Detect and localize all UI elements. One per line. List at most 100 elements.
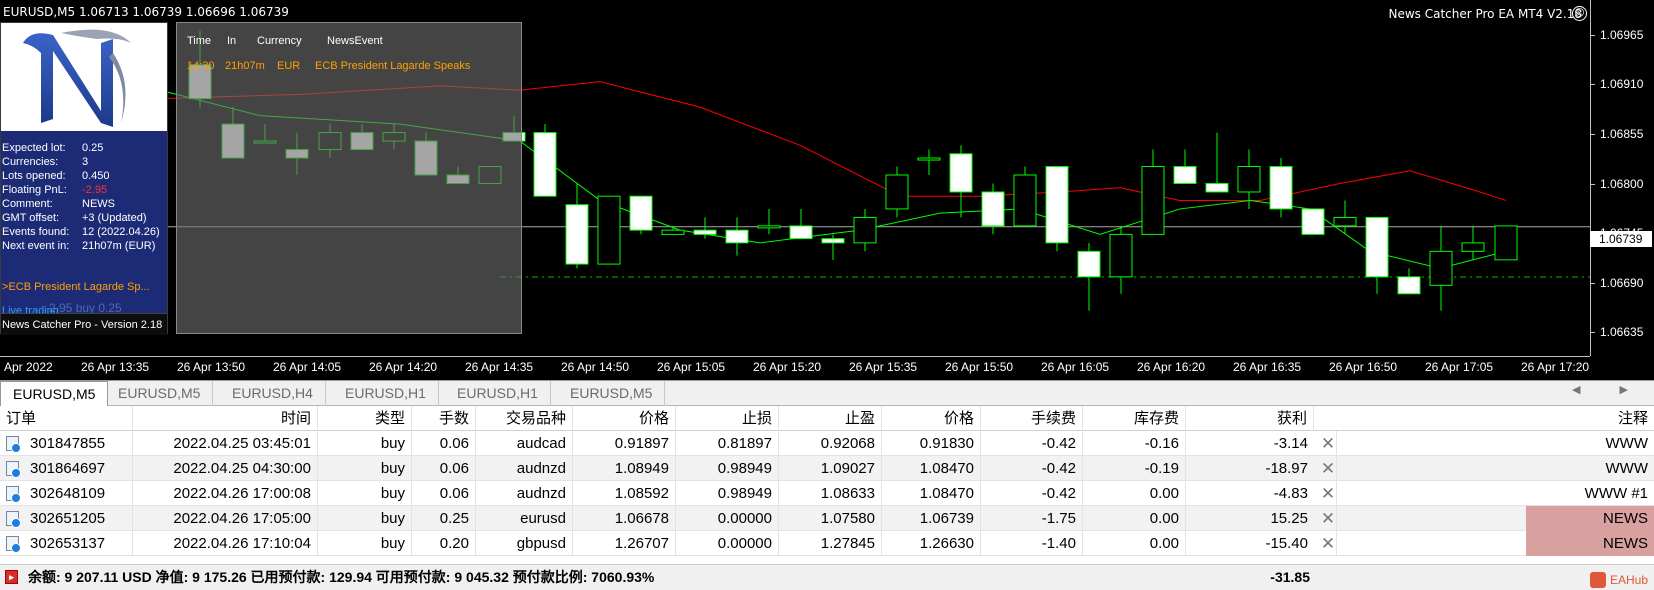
col-comment[interactable]: 注释	[1336, 406, 1654, 431]
cell-tp: 1.09027	[779, 456, 882, 481]
candle	[1365, 216, 1389, 294]
candle	[1141, 149, 1165, 235]
ea-smile-icon[interactable]: ☺	[1572, 6, 1587, 21]
table-row[interactable]: 301847855 2022.04.25 03:45:01 buy 0.06 a…	[0, 431, 1654, 456]
table-row[interactable]: 302651205 2022.04.26 17:05:00 buy 0.25 e…	[0, 506, 1654, 531]
candle	[533, 124, 557, 197]
close-order-icon[interactable]: ✕	[1320, 456, 1336, 481]
cell-tp: 1.07580	[779, 506, 882, 531]
close-order-icon[interactable]: ✕	[1320, 531, 1336, 556]
cell-symbol: eurusd	[476, 506, 573, 531]
candle	[1461, 225, 1485, 260]
tab-eurusd-m5[interactable]: EURUSD,M5	[558, 381, 666, 406]
candle-body	[1109, 233, 1133, 278]
candle-body	[1365, 216, 1389, 278]
col-type[interactable]: 类型	[318, 406, 412, 431]
candle	[1301, 208, 1325, 235]
cell-order: 301864697	[28, 456, 133, 481]
candle-body	[789, 225, 813, 240]
time-tick: 26 Apr 16:50	[1329, 360, 1398, 374]
cell-swap: -0.16	[1083, 431, 1186, 456]
candle	[1077, 242, 1101, 311]
news-in: 21h07m	[225, 60, 265, 72]
table-row[interactable]: 301864697 2022.04.25 04:30:00 buy 0.06 a…	[0, 456, 1654, 481]
info-row-events-found: Events found: 12 (2022.04.26)	[2, 226, 160, 238]
candle-body	[949, 153, 973, 193]
cell-time: 2022.04.26 17:05:00	[133, 506, 318, 531]
news-time: 14:30	[187, 60, 215, 72]
price-chart[interactable]: EURUSD,M5 1.06713 1.06739 1.06696 1.0673…	[0, 0, 1654, 380]
tab-scroll-arrows[interactable]: ◀ ▶	[1572, 383, 1646, 396]
table-row[interactable]: 302653137 2022.04.26 17:10:04 buy 0.20 g…	[0, 531, 1654, 556]
cell-type: buy	[318, 531, 412, 556]
cell-type: buy	[318, 481, 412, 506]
cell-comment: WWW #1	[1336, 481, 1654, 506]
cell-type: buy	[318, 431, 412, 456]
info-row-floating-pnl: Floating PnL: -2.95	[2, 184, 108, 196]
news-event-row[interactable]: 14:30 21h07m EUR ECB President Lagarde S…	[187, 60, 515, 72]
col-lots[interactable]: 手数	[412, 406, 476, 431]
cell-tp: 0.92068	[779, 431, 882, 456]
price-tick: 1.06800	[1591, 177, 1654, 191]
col-order[interactable]: 订单	[0, 406, 133, 431]
cell-symbol: audcad	[476, 431, 573, 456]
col-price[interactable]: 价格	[573, 406, 676, 431]
news-col-time: Time	[187, 35, 212, 47]
account-summary: 余额: 9 207.11 USD 净值: 9 175.26 已用预付款: 129…	[28, 569, 655, 585]
info-row-next-event: Next event in: 21h07m (EUR)	[2, 240, 156, 252]
cell-swap: 0.00	[1083, 506, 1186, 531]
col-tp[interactable]: 止盈	[779, 406, 882, 431]
next-event-link[interactable]: >ECB President Lagarde Sp...	[2, 281, 150, 293]
candle	[725, 217, 749, 256]
candle	[1333, 200, 1357, 235]
price-axis[interactable]: 1.06965 1.06910 1.06855 1.06800 1.06745 …	[1590, 0, 1654, 356]
cell-lots: 0.25	[412, 506, 476, 531]
candle-body	[1301, 208, 1325, 235]
tab-eurusd-h1[interactable]: EURUSD,H1	[333, 381, 439, 406]
candle-body	[597, 195, 621, 265]
tab-eurusd-h1[interactable]: EURUSD,H1	[445, 381, 551, 406]
candle-body	[885, 174, 909, 210]
news-col-currency: Currency	[257, 35, 302, 47]
info-row-currencies: Currencies: 3	[2, 156, 89, 168]
cell-time: 2022.04.26 17:10:04	[133, 531, 318, 556]
close-order-icon[interactable]: ✕	[1320, 506, 1336, 531]
tab-eurusd-m5[interactable]: EURUSD,M5	[106, 381, 214, 406]
account-summary-row: ▸ 余额: 9 207.11 USD 净值: 9 175.26 已用预付款: 1…	[0, 564, 1654, 590]
cell-price: 1.06678	[573, 506, 676, 531]
news-currency: EUR	[277, 60, 301, 72]
candle	[1173, 149, 1197, 184]
cell-lots: 0.06	[412, 481, 476, 506]
time-tick: 26 Apr 15:50	[945, 360, 1014, 374]
col-cur-price[interactable]: 价格	[882, 406, 981, 431]
info-rows: Expected lot: 0.25 Currencies: 3 Lots open…	[1, 141, 167, 253]
candle	[565, 183, 589, 269]
candle	[597, 195, 621, 265]
tab-eurusd-m5[interactable]: EURUSD,M5	[0, 381, 109, 407]
table-row[interactable]: 302648109 2022.04.26 17:00:08 buy 0.06 a…	[0, 481, 1654, 506]
tab-eurusd-h4[interactable]: EURUSD,H4	[220, 381, 326, 406]
col-sl[interactable]: 止损	[676, 406, 779, 431]
col-symbol[interactable]: 交易品种	[476, 406, 573, 431]
candle	[917, 149, 941, 175]
current-price-marker: 1.06739	[1590, 231, 1652, 247]
time-axis[interactable]: Apr 2022 26 Apr 13:35 26 Apr 13:50 26 Ap…	[0, 356, 1590, 380]
close-order-icon[interactable]: ✕	[1320, 481, 1336, 506]
eahub-watermark: EAHub	[1589, 568, 1648, 590]
close-order-icon[interactable]: ✕	[1320, 431, 1336, 456]
candle-body	[1397, 276, 1421, 295]
time-tick: 26 Apr 15:35	[849, 360, 918, 374]
cell-type: buy	[318, 456, 412, 481]
candle-body	[981, 191, 1005, 227]
col-swap[interactable]: 库存费	[1083, 406, 1186, 431]
col-profit[interactable]: 获利	[1186, 406, 1314, 431]
cell-sl: 0.81897	[676, 431, 779, 456]
news-col-in: In	[227, 35, 237, 47]
candle-body	[757, 225, 781, 229]
candle-body	[629, 195, 653, 231]
cell-price: 1.26707	[573, 531, 676, 556]
candle-body	[693, 229, 717, 235]
col-commission[interactable]: 手续费	[981, 406, 1083, 431]
eahub-label: EAHub	[1609, 573, 1648, 587]
col-time[interactable]: 时间	[133, 406, 318, 431]
